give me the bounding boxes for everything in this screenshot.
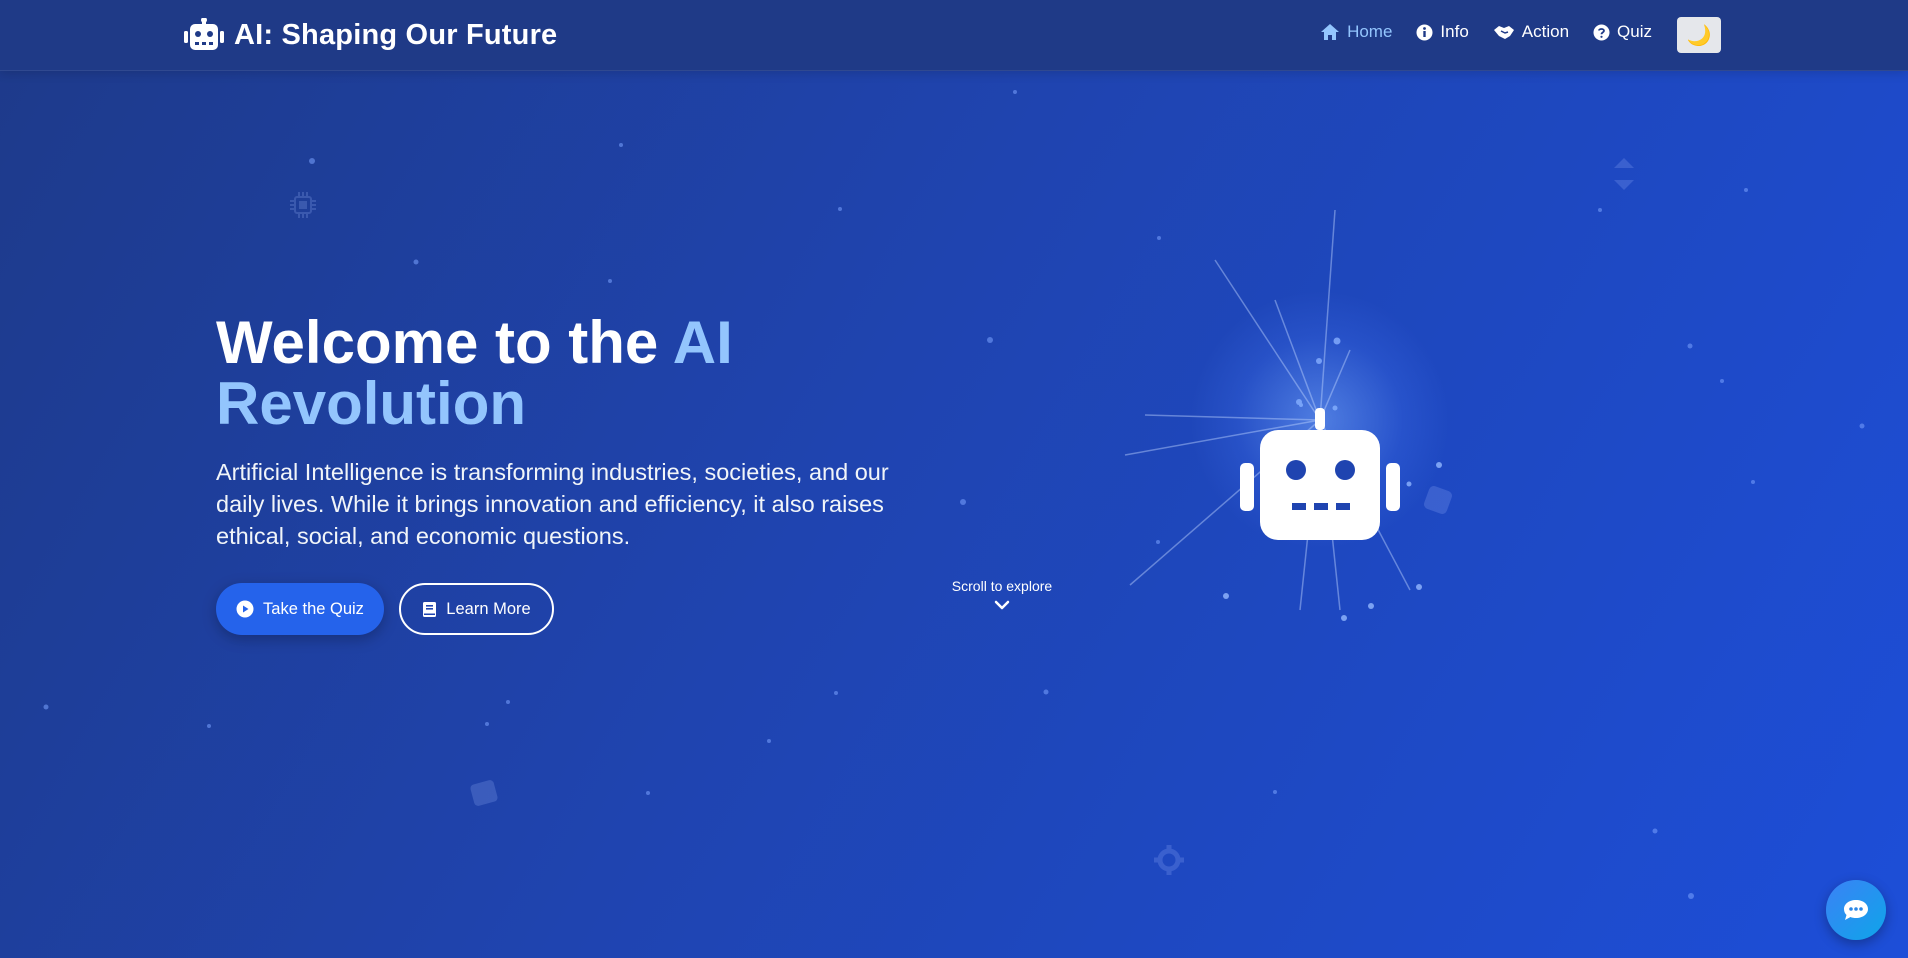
chip-icon [290,192,316,218]
robot-illustration [1100,210,1540,630]
navbar: AI: Shaping Our Future Home Info Action [0,0,1908,71]
nav-link-label: Home [1347,22,1393,41]
nav-link-quiz[interactable]: Quiz [1593,22,1652,42]
scroll-hint[interactable]: Scroll to explore [942,578,1062,610]
gear-icon [1154,845,1184,875]
nav-link-label: Info [1440,22,1469,41]
theme-toggle-button[interactable]: 🌙 [1677,17,1721,53]
moon-icon: 🌙 [1686,24,1712,47]
book-icon [423,601,437,617]
handshake-icon [1493,26,1514,39]
play-circle-icon [236,600,254,618]
brand[interactable]: AI: Shaping Our Future [184,17,557,53]
chat-bubble-icon [1844,900,1868,920]
chevron-down-icon [994,600,1010,610]
hero-title: Welcome to the AI Revolution [216,312,916,434]
take-quiz-button[interactable]: Take the Quiz [216,583,384,635]
nav-link-info[interactable]: Info [1416,22,1469,42]
hero-description: Artificial Intelligence is transforming … [216,459,889,549]
info-icon [1416,24,1433,40]
learn-more-button[interactable]: Learn More [399,583,554,635]
nav-link-label: Action [1521,22,1570,41]
chat-button[interactable] [1826,880,1886,940]
take-quiz-label: Take the Quiz [263,599,364,618]
home-icon [1321,24,1340,40]
nav-links: Home Info Action Quiz [1320,22,1652,42]
scroll-hint-text: Scroll to explore [951,578,1053,594]
nav-link-label: Quiz [1617,22,1652,41]
hero-title-main: Welcome to the [216,309,673,376]
learn-more-label: Learn More [446,599,531,618]
question-icon [1593,24,1610,40]
nav-link-action[interactable]: Action [1493,22,1569,42]
nav-link-home[interactable]: Home [1320,22,1392,42]
robot-icon [1240,408,1400,540]
brand-title: AI: Shaping Our Future [234,18,558,51]
sort-icon [1614,158,1634,190]
robot-outline-icon [470,780,498,806]
robot-logo-icon [184,18,224,50]
